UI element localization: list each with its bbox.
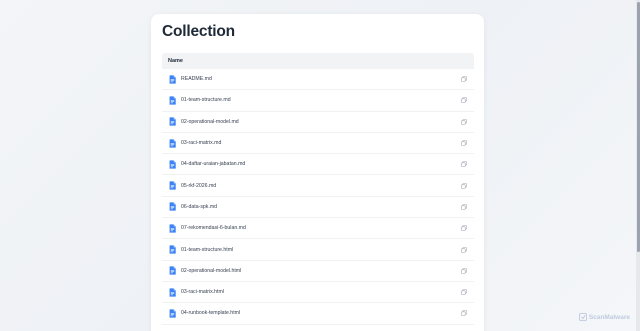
- document-icon: [169, 96, 176, 105]
- document-icon: [169, 117, 176, 126]
- table-row[interactable]: 03-raci-matrix.md: [162, 133, 474, 155]
- copy-icon[interactable]: [461, 246, 467, 253]
- file-name[interactable]: 03-raci-matrix.md: [181, 140, 221, 146]
- file-name[interactable]: 01-team-structure.html: [181, 247, 233, 253]
- table-row[interactable]: 05-rkf-2026.md: [162, 175, 474, 197]
- watermark: ScanMalware: [578, 313, 630, 321]
- file-name[interactable]: 04-runbook-template.html: [181, 310, 240, 316]
- copy-icon[interactable]: [461, 76, 467, 82]
- copy-icon[interactable]: [461, 225, 467, 232]
- document-icon: [169, 181, 176, 190]
- file-name[interactable]: 06-data-spk.md: [181, 204, 217, 210]
- table-row[interactable]: 06-data-spk.md: [162, 197, 474, 219]
- scanmalware-logo-icon: [578, 313, 587, 321]
- document-icon: [169, 160, 176, 169]
- file-name[interactable]: 03-raci-matrix.html: [181, 289, 224, 295]
- table-row[interactable]: 04-daftar-uraian-jabatan.md: [162, 154, 474, 176]
- copy-icon[interactable]: [461, 204, 467, 210]
- page-title: Collection: [162, 23, 235, 40]
- table-header: Name: [162, 53, 474, 69]
- column-header-name: Name: [168, 58, 183, 64]
- document-icon: [169, 202, 176, 212]
- document-icon: [169, 138, 176, 148]
- document-icon: [169, 224, 176, 233]
- table-row[interactable]: 02-operational-model.html: [162, 261, 474, 282]
- document-icon: [169, 288, 176, 297]
- table-row[interactable]: README.md: [162, 69, 474, 91]
- file-table: Name README.md 01-team-structure.md 02-ope…: [162, 53, 474, 325]
- document-icon: [169, 266, 176, 275]
- table-row[interactable]: 03-raci-matrix.html: [162, 282, 474, 304]
- copy-icon[interactable]: [461, 268, 467, 274]
- document-icon: [169, 309, 176, 318]
- file-name[interactable]: README.md: [181, 76, 212, 82]
- table-body: README.md 01-team-structure.md 02-operatio…: [162, 69, 474, 325]
- watermark-text: ScanMalware: [588, 313, 630, 321]
- copy-icon[interactable]: [461, 140, 467, 146]
- file-name[interactable]: 04-daftar-uraian-jabatan.md: [181, 161, 245, 167]
- collection-card: Collection Name README.md 01-team-structu…: [151, 14, 484, 331]
- copy-icon[interactable]: [461, 97, 467, 104]
- scrollbar[interactable]: [636, 0, 640, 331]
- file-name[interactable]: 07-rekomendasi-6-bulan.md: [181, 225, 246, 231]
- table-row[interactable]: 02-operational-model.md: [162, 112, 474, 133]
- table-row[interactable]: 01-team-structure.md: [162, 90, 474, 112]
- copy-icon[interactable]: [461, 161, 467, 168]
- table-row[interactable]: 07-rekomendasi-6-bulan.md: [162, 218, 474, 240]
- copy-icon[interactable]: [461, 182, 467, 189]
- document-icon: [169, 75, 176, 84]
- file-name[interactable]: 02-operational-model.md: [181, 119, 239, 125]
- copy-icon[interactable]: [461, 118, 467, 125]
- file-name[interactable]: 02-operational-model.html: [181, 268, 241, 274]
- table-row[interactable]: 04-runbook-template.html: [162, 303, 474, 325]
- document-icon: [169, 245, 176, 254]
- file-name[interactable]: 05-rkf-2026.md: [181, 183, 216, 189]
- table-row[interactable]: 01-team-structure.html: [162, 239, 474, 261]
- file-name[interactable]: 01-team-structure.md: [181, 97, 231, 103]
- copy-icon[interactable]: [461, 289, 467, 295]
- copy-icon[interactable]: [461, 310, 467, 317]
- scrollbar-thumb[interactable]: [636, 2, 640, 252]
